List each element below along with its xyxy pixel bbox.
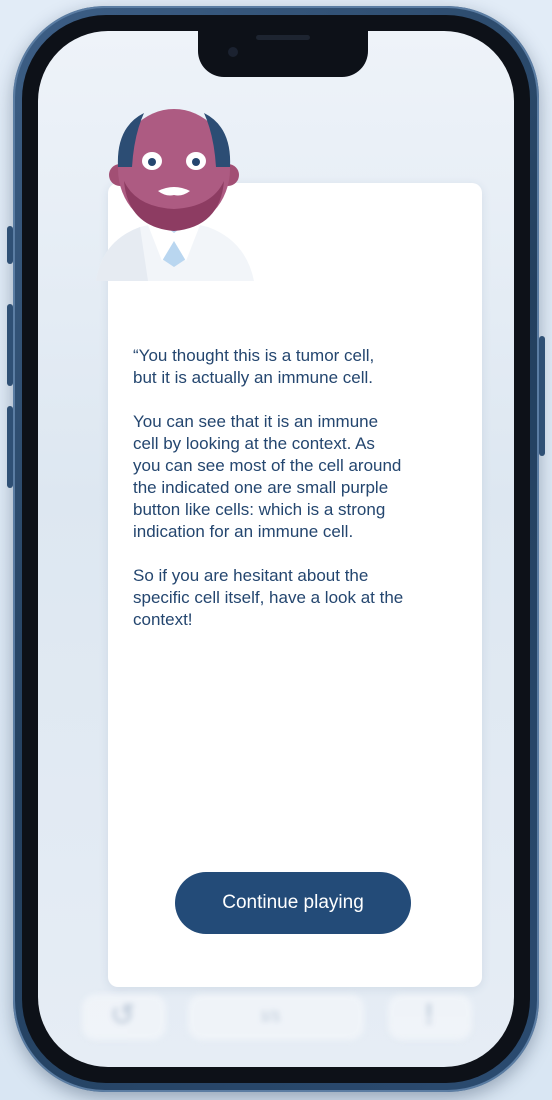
undo-icon: ↺ [110,999,136,1032]
info-icon: ! [424,998,434,1031]
phone-notch [198,31,368,77]
mute-switch [7,226,13,264]
background-bottom-bar: ↺ 1/1 ! [38,976,514,1056]
background-undo-button: ↺ [82,994,166,1040]
feedback-message: “You thought this is a tumor cell, but i… [133,345,463,653]
volume-down-button [7,406,13,488]
phone-frame: ↺ 1/1 ! “You thought this is a tumor cel… [7,6,545,1092]
feedback-paragraph: “You thought this is a tumor cell, but i… [133,346,375,387]
volume-up-button [7,304,13,386]
feedback-paragraph: You can see that it is an immune cell by… [133,412,402,541]
front-camera [228,47,238,57]
doctor-avatar [96,109,254,281]
feedback-dialog: “You thought this is a tumor cell, but i… [108,183,482,987]
background-counter: 1/1 [188,994,364,1040]
continue-playing-button[interactable]: Continue playing [175,872,411,934]
speaker-grille [256,35,310,40]
power-button [539,336,545,456]
background-counter-text: 1/1 [260,1008,281,1025]
phone-screen: ↺ 1/1 ! “You thought this is a tumor cel… [38,31,514,1067]
feedback-paragraph: So if you are hesitant about the specifi… [133,566,404,629]
background-info-button: ! [388,994,472,1040]
stage: ↺ 1/1 ! “You thought this is a tumor cel… [0,0,552,1100]
